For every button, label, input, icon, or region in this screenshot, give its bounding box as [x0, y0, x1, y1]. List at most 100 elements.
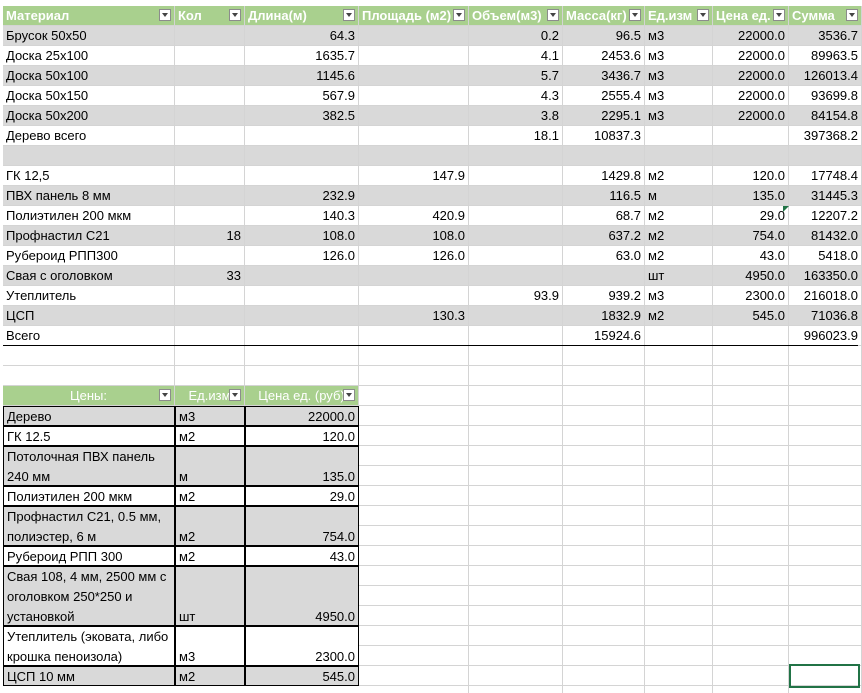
empty-cell[interactable]	[645, 546, 713, 566]
filter-dropdown-button[interactable]	[846, 9, 858, 21]
empty-cell[interactable]	[789, 426, 862, 446]
table-cell[interactable]	[245, 146, 359, 166]
price-cell[interactable]: 135.0	[245, 446, 359, 486]
table-cell[interactable]: 29.0	[713, 206, 789, 226]
price-cell[interactable]: м3	[175, 626, 245, 666]
empty-cell[interactable]	[713, 586, 789, 606]
column-header-7[interactable]: Ед.изм	[645, 6, 713, 26]
table-cell[interactable]	[359, 46, 469, 66]
empty-cell[interactable]	[469, 506, 563, 526]
empty-cell[interactable]	[175, 366, 245, 386]
empty-cell[interactable]	[359, 646, 469, 666]
empty-cell[interactable]	[713, 666, 789, 686]
table-cell[interactable]: 130.3	[359, 306, 469, 326]
table-cell[interactable]: 1429.8	[563, 166, 645, 186]
empty-cell[interactable]	[563, 406, 645, 426]
empty-cell[interactable]	[359, 606, 469, 626]
table-cell[interactable]: ЦСП	[3, 306, 175, 326]
table-cell[interactable]	[645, 126, 713, 146]
table-cell[interactable]: 12207.2	[789, 206, 862, 226]
table-cell[interactable]	[245, 306, 359, 326]
filter-dropdown-button[interactable]	[773, 9, 785, 21]
empty-cell[interactable]	[789, 526, 862, 546]
empty-cell[interactable]	[645, 346, 713, 366]
table-cell[interactable]	[713, 126, 789, 146]
empty-cell[interactable]	[645, 526, 713, 546]
table-cell[interactable]: 397368.2	[789, 126, 862, 146]
empty-cell[interactable]	[359, 666, 469, 686]
empty-cell[interactable]	[789, 646, 862, 666]
price-cell[interactable]: м2	[175, 426, 245, 446]
table-cell[interactable]: 126.0	[245, 246, 359, 266]
price-cell[interactable]: 2300.0	[245, 626, 359, 666]
price-cell[interactable]: м2	[175, 546, 245, 566]
empty-cell[interactable]	[563, 546, 645, 566]
empty-cell[interactable]	[645, 506, 713, 526]
table-cell[interactable]: 420.9	[359, 206, 469, 226]
empty-cell[interactable]	[645, 486, 713, 506]
table-cell[interactable]: Доска 50x100	[3, 66, 175, 86]
price-cell[interactable]: 545.0	[245, 666, 359, 686]
table-cell[interactable]	[175, 246, 245, 266]
empty-cell[interactable]	[645, 366, 713, 386]
empty-cell[interactable]	[359, 386, 469, 406]
price-header-3[interactable]: Цена ед. (руб)	[245, 386, 359, 406]
empty-cell[interactable]	[359, 566, 469, 586]
empty-cell[interactable]	[469, 646, 563, 666]
table-cell[interactable]: Доска 50x200	[3, 106, 175, 126]
price-cell[interactable]: 29.0	[245, 486, 359, 506]
empty-cell[interactable]	[713, 366, 789, 386]
table-cell[interactable]: 126.0	[359, 246, 469, 266]
table-cell[interactable]: 4.3	[469, 86, 563, 106]
filter-dropdown-button[interactable]	[547, 9, 559, 21]
price-cell[interactable]: м3	[175, 406, 245, 426]
table-cell[interactable]: 1832.9	[563, 306, 645, 326]
table-cell[interactable]: 216018.0	[789, 286, 862, 306]
table-cell[interactable]: 0.2	[469, 26, 563, 46]
empty-cell[interactable]	[563, 446, 645, 466]
table-cell[interactable]: 22000.0	[713, 86, 789, 106]
table-cell[interactable]	[469, 326, 563, 346]
empty-cell[interactable]	[563, 566, 645, 586]
table-cell[interactable]: 1635.7	[245, 46, 359, 66]
price-cell[interactable]: шт	[175, 566, 245, 626]
empty-cell[interactable]	[469, 686, 563, 693]
empty-cell[interactable]	[713, 406, 789, 426]
table-cell[interactable]	[175, 306, 245, 326]
table-cell[interactable]	[469, 226, 563, 246]
empty-cell[interactable]	[359, 586, 469, 606]
table-cell[interactable]: 31445.3	[789, 186, 862, 206]
empty-cell[interactable]	[563, 386, 645, 406]
price-cell[interactable]: м2	[175, 666, 245, 686]
table-cell[interactable]	[175, 26, 245, 46]
empty-cell[interactable]	[359, 446, 469, 466]
table-cell[interactable]: 140.3	[245, 206, 359, 226]
table-cell[interactable]	[469, 246, 563, 266]
table-cell[interactable]: 567.9	[245, 86, 359, 106]
table-cell[interactable]	[713, 326, 789, 346]
column-header-5[interactable]: Объем(м3)	[469, 6, 563, 26]
table-cell[interactable]	[359, 326, 469, 346]
empty-cell[interactable]	[789, 366, 862, 386]
empty-cell[interactable]	[469, 666, 563, 686]
empty-cell[interactable]	[789, 446, 862, 466]
table-cell[interactable]	[175, 66, 245, 86]
table-cell[interactable]	[645, 146, 713, 166]
table-cell[interactable]	[175, 106, 245, 126]
empty-cell[interactable]	[713, 526, 789, 546]
empty-cell[interactable]	[645, 646, 713, 666]
table-cell[interactable]: 17748.4	[789, 166, 862, 186]
empty-cell[interactable]	[713, 646, 789, 666]
table-cell[interactable]: 108.0	[245, 226, 359, 246]
table-cell[interactable]	[713, 146, 789, 166]
empty-cell[interactable]	[789, 466, 862, 486]
filter-dropdown-button[interactable]	[343, 9, 355, 21]
empty-cell[interactable]	[359, 486, 469, 506]
table-cell[interactable]	[175, 206, 245, 226]
price-cell[interactable]: 120.0	[245, 426, 359, 446]
filter-dropdown-button[interactable]	[343, 389, 355, 401]
table-cell[interactable]: 126013.4	[789, 66, 862, 86]
filter-dropdown-button[interactable]	[229, 9, 241, 21]
empty-cell[interactable]	[713, 566, 789, 586]
table-cell[interactable]: 18	[175, 226, 245, 246]
